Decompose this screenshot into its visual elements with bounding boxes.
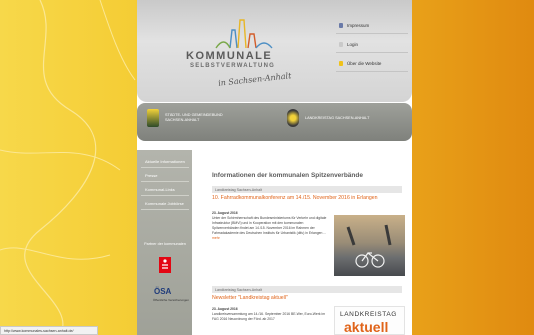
link-impressum[interactable]: Impressum xyxy=(336,18,408,34)
org-label: STÄDTE- UND GEMEINDEBUND SACHSEN-ANHALT xyxy=(165,113,223,122)
link-label: Über die Website xyxy=(347,61,382,66)
sidebar-item-aktuelles[interactable]: Aktuelle Informationen xyxy=(141,155,189,168)
about-icon xyxy=(339,61,343,66)
link-label: Login xyxy=(347,42,359,47)
link-about[interactable]: Über die Website xyxy=(336,56,408,72)
news-title-link[interactable]: 10. Fahrradkommunalkonferenz am 14./15. … xyxy=(212,195,402,201)
link-label: Impressum xyxy=(347,23,370,28)
oesa-logo[interactable]: ÖSA xyxy=(154,287,171,296)
partner-label: Partner der kommunalen xyxy=(144,242,186,246)
newsletter-title-link[interactable]: Newsletter "Landkreistag aktuell" xyxy=(212,295,402,301)
news-date: 23. August 2016 xyxy=(212,307,238,311)
news-date: 23. August 2016 xyxy=(212,211,238,215)
page-title: Informationen der kommunalen Spitzenverb… xyxy=(212,172,363,179)
news-section-label: Landkreistag Sachsen-Anhalt xyxy=(212,186,402,193)
oesa-subtitle: Öffentliche Versicherungen xyxy=(153,298,189,302)
header-links: Impressum Login Über die Website xyxy=(336,18,408,75)
link-login[interactable]: Login xyxy=(336,37,408,53)
news-text: Landkreisversammlung am 14./16. Septembe… xyxy=(212,312,326,321)
news-image-cycling[interactable] xyxy=(334,215,405,276)
browser-status-bar: http://www.kommunales-sachsen-anhalt.de/ xyxy=(0,326,98,335)
news-text: Unter der Schirmherrschaft des Bundesmin… xyxy=(212,216,330,241)
org-landkreistag[interactable]: LANDKREISTAG SACHSEN-ANHALT xyxy=(287,109,395,127)
newsletter-image-word: aktuell xyxy=(344,319,389,335)
sidebar-item-jobboerse[interactable]: Kommunale Jobbörse xyxy=(141,197,189,210)
staedtebund-crest-icon xyxy=(147,109,159,127)
news-body: Unter der Schirmherrschaft des Bundesmin… xyxy=(212,216,327,235)
logo-subtitle: SELBSTVERWALTUNG xyxy=(190,63,275,69)
bicycle-icon xyxy=(346,224,392,268)
sidebar-item-presse[interactable]: Presse xyxy=(141,169,189,182)
newsletter-image-heading: LANDKREISTAG xyxy=(340,311,397,318)
org-staedtebund[interactable]: STÄDTE- UND GEMEINDEBUND SACHSEN-ANHALT xyxy=(147,109,225,127)
sparkasse-logo-icon[interactable] xyxy=(159,257,171,273)
sidebar-item-links[interactable]: Kommunal-Links xyxy=(141,183,189,196)
login-icon xyxy=(339,42,343,47)
news-section-label: Landkreistag Sachsen-Anhalt xyxy=(212,286,402,293)
logo-title: KOMMUNALE xyxy=(186,50,273,62)
more-link[interactable]: mehr xyxy=(212,236,220,240)
landkreistag-crest-icon xyxy=(287,109,299,127)
impressum-icon xyxy=(339,23,343,28)
org-label: LANDKREISTAG SACHSEN-ANHALT xyxy=(305,115,370,120)
